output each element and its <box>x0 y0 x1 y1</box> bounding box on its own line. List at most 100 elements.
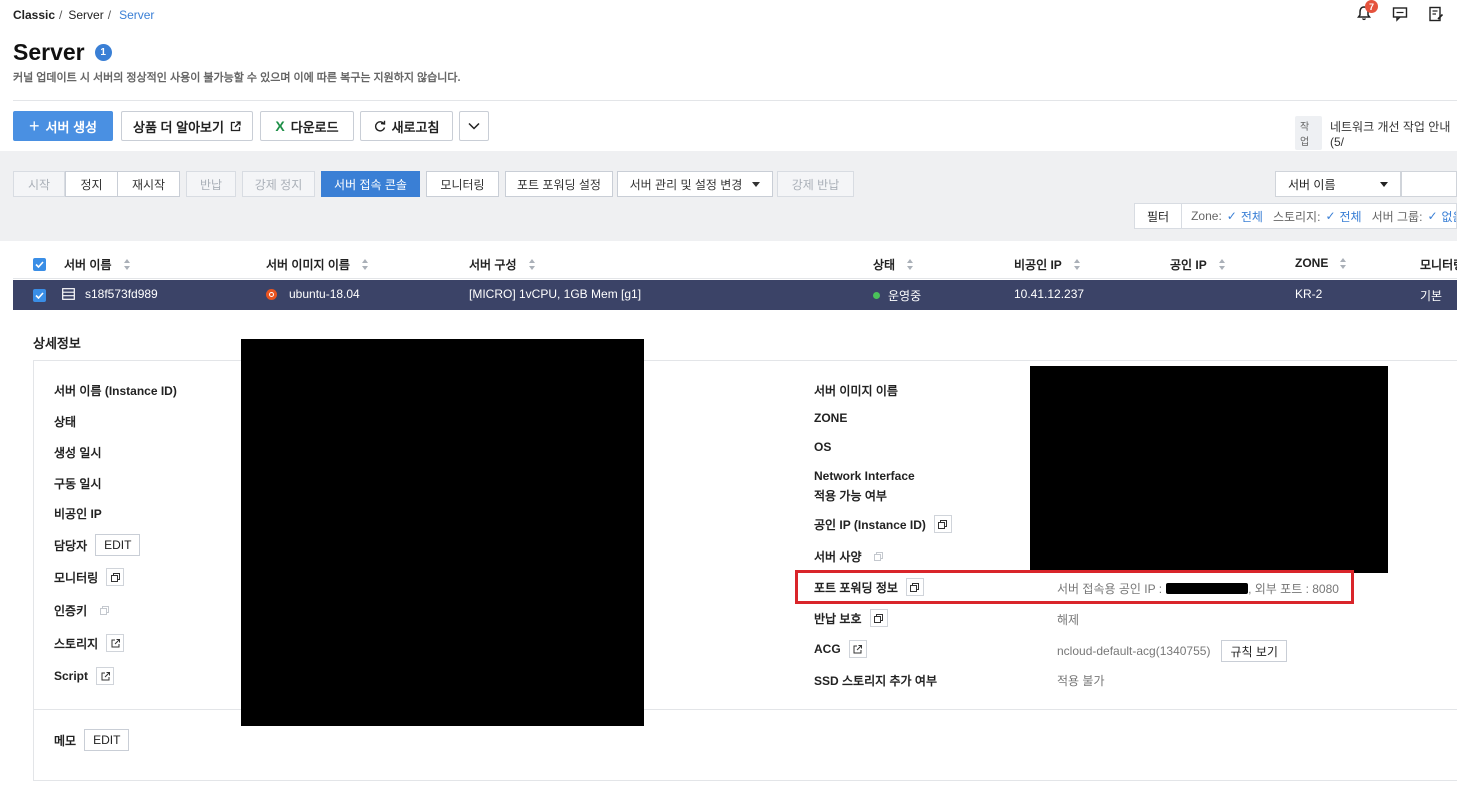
cell-image: ubuntu-18.04 <box>266 287 360 301</box>
filter-group-value[interactable]: 없음 <box>1442 208 1457 225</box>
notification-count-badge: 7 <box>1365 0 1378 13</box>
page-title-text: Server <box>13 39 85 65</box>
table-row[interactable] <box>13 280 1457 310</box>
filter-storage-value[interactable]: 전체 <box>1340 208 1362 225</box>
copy-icon <box>869 547 888 565</box>
page-title: Server 1 <box>13 39 112 66</box>
select-all-checkbox[interactable] <box>33 257 46 271</box>
create-server-label: 서버 생성 <box>45 119 97 135</box>
column-header-public-ip-label: 공인 IP <box>1170 258 1207 272</box>
port-forwarding-button[interactable]: 포트 포워딩 설정 <box>505 171 613 197</box>
column-header-private-ip[interactable]: 비공인 IP <box>1014 256 1081 273</box>
acg-value: ncloud-default-acg(1340755) 규칙 보기 <box>1057 640 1287 662</box>
label-port-forwarding: 포트 포워딩 정보 <box>814 578 924 596</box>
caret-down-icon <box>752 181 761 187</box>
label-os: OS <box>814 440 832 454</box>
label-started: 구동 일시 <box>54 477 102 491</box>
column-header-public-ip[interactable]: 공인 IP <box>1170 256 1226 273</box>
cell-zone: KR-2 <box>1295 287 1323 301</box>
column-header-spec[interactable]: 서버 구성 <box>469 256 536 273</box>
external-link-icon <box>230 120 241 131</box>
announcement[interactable]: 작업 네트워크 개선 작업 안내 (5/ <box>1295 116 1457 150</box>
column-header-name[interactable]: 서버 이름 <box>64 256 131 273</box>
label-owner-text: 담당자 <box>54 538 88 553</box>
download-button[interactable]: X 다운로드 <box>260 111 354 141</box>
external-link-icon[interactable] <box>106 634 125 652</box>
server-count-badge: 1 <box>94 44 112 61</box>
copy-icon[interactable] <box>905 578 924 596</box>
sort-icon <box>1218 259 1226 270</box>
return-button[interactable]: 반납 <box>186 171 236 197</box>
learn-more-button[interactable]: 상품 더 알아보기 <box>121 111 253 141</box>
monitoring-button[interactable]: 모니터링 <box>426 171 499 197</box>
search-input[interactable] <box>1401 171 1457 197</box>
external-link-icon[interactable] <box>848 640 867 658</box>
acg-value-text: ncloud-default-acg(1340755) <box>1057 644 1211 658</box>
label-status: 상태 <box>54 415 77 429</box>
label-network-interface: Network Interface 적용 가능 여부 <box>814 469 915 504</box>
copy-icon[interactable] <box>933 515 952 533</box>
detail-title: 상세정보 <box>33 336 81 351</box>
breadcrumb-classic[interactable]: Classic <box>13 8 55 22</box>
create-server-button[interactable]: + 서버 생성 <box>13 111 113 141</box>
server-console-button[interactable]: 서버 접속 콘솔 <box>321 171 420 197</box>
check-icon: ✓ <box>1427 209 1438 223</box>
cell-monitoring: 기본 <box>1420 289 1443 303</box>
chat-icon[interactable] <box>1392 6 1408 25</box>
search-field-select[interactable]: 서버 이름 <box>1275 171 1401 197</box>
label-auth-key: 인증키 <box>54 601 114 619</box>
refresh-button[interactable]: 새로고침 <box>360 111 453 141</box>
stop-button[interactable]: 정지 <box>65 171 118 197</box>
kernel-notice: 커널 업데이트 시 서버의 정상적인 사용이 불가능할 수 있으며 이에 따른 … <box>13 72 461 84</box>
column-header-status[interactable]: 상태 <box>873 256 914 273</box>
status-dot-icon <box>873 292 880 299</box>
sort-icon <box>361 259 369 270</box>
sort-icon <box>1073 259 1081 270</box>
label-network-interface-line2: 적용 가능 여부 <box>814 489 887 503</box>
search-field-value: 서버 이름 <box>1288 177 1336 192</box>
label-spec-text: 서버 사양 <box>814 549 862 564</box>
cell-status: 운영중 <box>873 287 921 304</box>
copy-icon[interactable] <box>869 609 888 627</box>
label-spec: 서버 사양 <box>814 547 888 565</box>
header-divider <box>13 100 1457 101</box>
label-monitoring: 모니터링 <box>54 568 125 586</box>
cell-spec: [MICRO] 1vCPU, 1GB Mem [g1] <box>469 287 642 301</box>
filter-storage-label: 스토리지: <box>1272 209 1321 224</box>
more-options-button[interactable] <box>459 111 489 141</box>
breadcrumb-current: Server <box>119 8 155 22</box>
checkbox-checked-icon <box>33 289 46 302</box>
force-return-button[interactable]: 강제 반납 <box>777 171 854 197</box>
redacted-ip <box>1166 583 1249 594</box>
filter-zone-value[interactable]: 전체 <box>1241 208 1263 225</box>
server-manage-dropdown[interactable]: 서버 관리 및 설정 변경 <box>617 171 773 197</box>
port-forwarding-ip-label: 서버 접속용 공인 IP : <box>1057 582 1163 596</box>
filter-button[interactable]: 필터 <box>1135 204 1183 228</box>
breadcrumb-server[interactable]: Server <box>68 8 103 22</box>
copy-icon[interactable] <box>106 568 125 586</box>
column-header-zone[interactable]: ZONE <box>1295 256 1347 270</box>
row-checkbox[interactable] <box>33 288 46 302</box>
breadcrumb-separator: / <box>59 8 63 22</box>
copy-icon <box>95 601 114 619</box>
restart-button[interactable]: 재시작 <box>117 171 180 197</box>
sort-icon <box>1340 257 1347 269</box>
column-header-monitoring[interactable]: 모니터링 <box>1420 256 1457 273</box>
owner-edit-button[interactable]: EDIT <box>95 534 141 556</box>
notification-bell-icon[interactable]: 7 <box>1356 0 1378 23</box>
start-button[interactable]: 시작 <box>13 171 65 197</box>
acg-rules-button[interactable]: 규칙 보기 <box>1221 640 1287 662</box>
column-header-status-label: 상태 <box>873 258 896 272</box>
label-public-ip: 공인 IP (Instance ID) <box>814 515 952 533</box>
ssd-value: 적용 불가 <box>1057 674 1105 688</box>
label-network-interface-line1: Network Interface <box>814 469 915 483</box>
force-stop-button[interactable]: 강제 정지 <box>242 171 315 197</box>
label-monitoring-text: 모니터링 <box>54 570 99 585</box>
announcement-text: 네트워크 개선 작업 안내 (5/ <box>1329 119 1451 149</box>
redacted-block <box>1030 366 1388 573</box>
memo-edit-icon[interactable] <box>1428 6 1444 25</box>
column-header-image[interactable]: 서버 이미지 이름 <box>266 256 369 273</box>
memo-edit-button[interactable]: EDIT <box>84 729 130 751</box>
external-link-icon[interactable] <box>96 667 115 685</box>
table-header <box>13 249 1457 279</box>
